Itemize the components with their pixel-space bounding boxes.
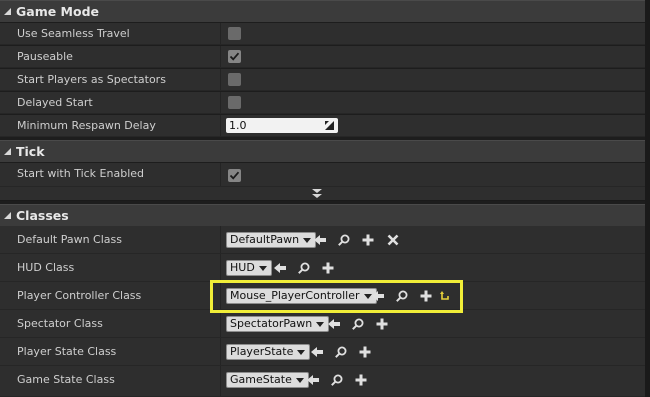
property-row-minimum-respawn-delay: Minimum Respawn Delay 1.0 (0, 115, 650, 137)
column-divider[interactable] (220, 254, 221, 281)
property-label: Default Pawn Class (17, 233, 122, 246)
browse-icon[interactable] (331, 374, 343, 386)
property-row-spectator-class: Spectator Class SpectatorPawn (0, 310, 650, 338)
property-row-pauseable: Pauseable (0, 46, 650, 68)
expand-advanced-icon[interactable] (311, 189, 323, 198)
browse-icon[interactable] (335, 346, 347, 358)
property-label: Player State Class (17, 345, 117, 358)
chevron-down-icon (295, 378, 304, 383)
chevron-down-icon (316, 322, 325, 327)
scrollbar-track[interactable] (645, 0, 650, 397)
property-label: Minimum Respawn Delay (17, 119, 156, 132)
column-divider[interactable] (220, 226, 221, 253)
pauseable-checkbox[interactable] (228, 50, 241, 63)
column-divider[interactable] (220, 23, 221, 44)
property-label: Start Players as Spectators (17, 73, 166, 86)
property-row-player-state-class: Player State Class PlayerState (0, 338, 650, 366)
drag-handle-icon[interactable] (325, 121, 334, 130)
section-title: Tick (16, 144, 45, 159)
property-label: Pauseable (17, 50, 73, 63)
column-divider[interactable] (220, 366, 221, 396)
minimum-respawn-delay-value: 1.0 (229, 119, 247, 132)
back-arrow-icon[interactable] (311, 346, 323, 358)
checkmark-icon (229, 171, 240, 180)
advanced-expander[interactable] (0, 187, 650, 201)
property-row-use-seamless-travel: Use Seamless Travel (0, 23, 650, 45)
dropdown-value: SpectatorPawn (230, 317, 313, 330)
collapse-triangle-icon[interactable] (4, 8, 11, 15)
property-label: Spectator Class (17, 317, 103, 330)
property-label: HUD Class (17, 261, 75, 274)
property-label: Use Seamless Travel (17, 27, 130, 40)
spectator-class-dropdown[interactable]: SpectatorPawn (226, 316, 330, 332)
back-arrow-icon[interactable] (307, 374, 319, 386)
player-state-class-dropdown[interactable]: PlayerState (226, 344, 311, 360)
hud-class-dropdown[interactable]: HUD (226, 260, 272, 276)
add-icon[interactable] (322, 262, 334, 274)
property-row-delayed-start: Delayed Start (0, 92, 650, 114)
dropdown-value: PlayerState (230, 345, 294, 358)
dropdown-value: GameState (230, 373, 292, 386)
section-title: Game Mode (16, 4, 100, 19)
column-divider[interactable] (220, 163, 221, 186)
property-row-default-pawn-class: Default Pawn Class DefaultPawn (0, 226, 650, 254)
default-pawn-class-dropdown[interactable]: DefaultPawn (226, 232, 317, 248)
delayed-start-checkbox[interactable] (228, 96, 241, 109)
dropdown-value: DefaultPawn (230, 233, 300, 246)
add-icon[interactable] (355, 374, 367, 386)
property-label: Start with Tick Enabled (17, 167, 145, 180)
collapse-triangle-icon[interactable] (4, 212, 11, 219)
column-divider[interactable] (220, 92, 221, 113)
browse-icon[interactable] (352, 318, 364, 330)
back-arrow-icon[interactable] (274, 262, 286, 274)
game-state-class-dropdown[interactable]: GameState (226, 372, 309, 388)
column-divider[interactable] (220, 115, 221, 136)
property-label: Player Controller Class (17, 289, 142, 302)
start-players-as-spectators-checkbox[interactable] (228, 73, 241, 86)
property-row-start-with-tick-enabled: Start with Tick Enabled (0, 163, 650, 187)
chevron-down-icon (303, 238, 312, 243)
add-icon[interactable] (359, 346, 371, 358)
column-divider[interactable] (220, 338, 221, 365)
section-header-tick[interactable]: Tick (0, 140, 650, 162)
chevron-down-icon (258, 266, 267, 271)
collapse-triangle-icon[interactable] (4, 148, 11, 155)
property-label: Delayed Start (17, 96, 93, 109)
checkmark-icon (229, 52, 240, 61)
section-header-game-mode[interactable]: Game Mode (0, 0, 650, 22)
section-header-classes[interactable]: Classes (0, 204, 650, 226)
column-divider[interactable] (220, 69, 221, 90)
property-row-hud-class: HUD Class HUD (0, 254, 650, 282)
chevron-down-icon (297, 350, 306, 355)
property-label: Game State Class (17, 373, 115, 386)
highlight-box (210, 280, 463, 313)
property-row-start-players-as-spectators: Start Players as Spectators (0, 69, 650, 91)
column-divider[interactable] (220, 310, 221, 337)
add-icon[interactable] (362, 234, 374, 246)
add-icon[interactable] (376, 318, 388, 330)
back-arrow-icon[interactable] (328, 318, 340, 330)
dropdown-value: HUD (230, 261, 255, 274)
browse-icon[interactable] (338, 234, 350, 246)
start-with-tick-enabled-checkbox[interactable] (228, 169, 241, 182)
minimum-respawn-delay-input[interactable]: 1.0 (226, 118, 338, 133)
column-divider[interactable] (220, 46, 221, 67)
browse-icon[interactable] (298, 262, 310, 274)
clear-icon[interactable] (387, 234, 399, 246)
use-seamless-travel-checkbox[interactable] (228, 27, 241, 40)
section-title: Classes (16, 208, 69, 223)
property-row-game-state-class: Game State Class GameState (0, 366, 650, 397)
back-arrow-icon[interactable] (314, 234, 326, 246)
